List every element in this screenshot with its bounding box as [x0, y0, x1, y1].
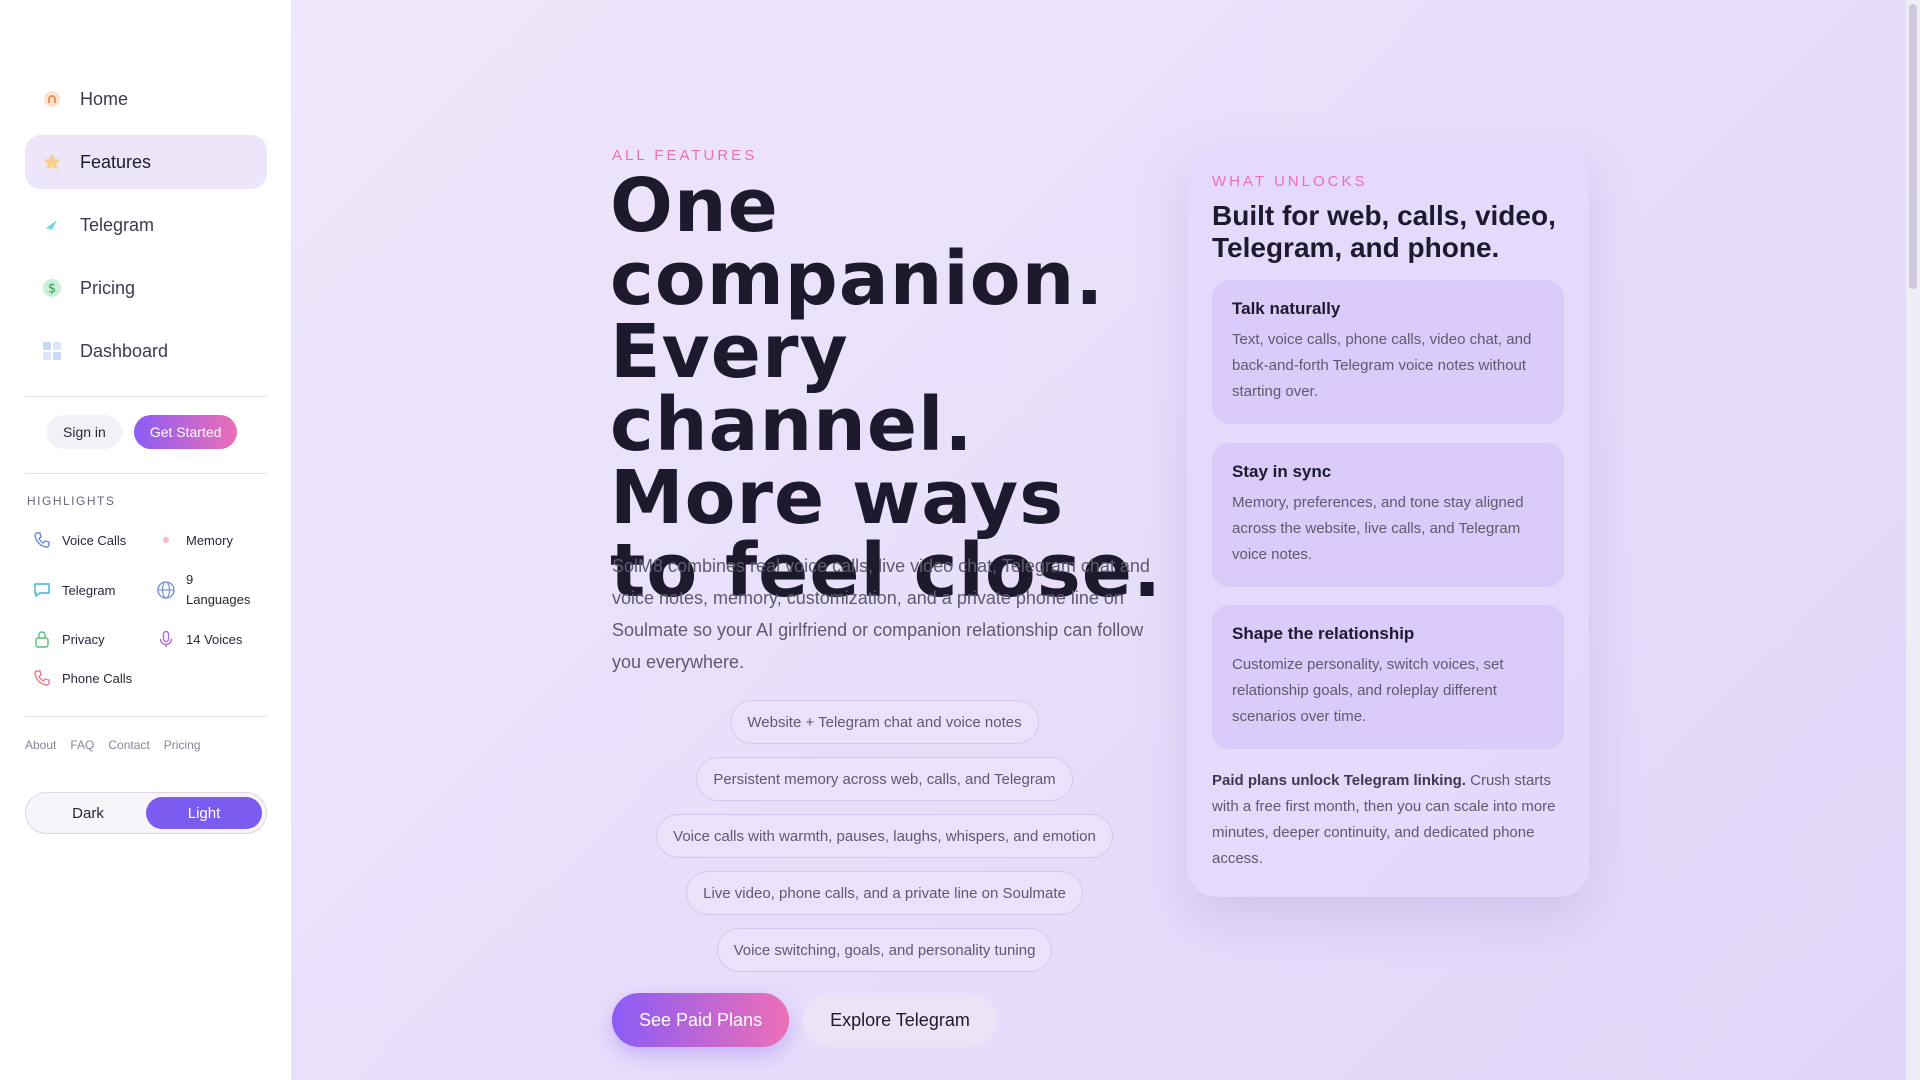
link-contact[interactable]: Contact	[108, 738, 149, 752]
feature-title: Talk naturally	[1232, 299, 1341, 318]
lock-icon	[32, 629, 52, 649]
dollar-icon: $	[42, 278, 62, 298]
sidebar-nav: Home Features Telegram $ Pricing Dashboa…	[25, 72, 267, 387]
highlight-label: Memory	[186, 532, 233, 548]
nav-label: Pricing	[80, 277, 136, 298]
divider	[25, 473, 267, 474]
highlight-privacy: Privacy	[32, 629, 105, 649]
feature-pill: Voice calls with warmth, pauses, laughs,…	[656, 814, 1113, 858]
feature-title: Stay in sync	[1232, 462, 1332, 481]
phone-icon	[32, 530, 52, 550]
divider	[25, 716, 267, 717]
phone-ring-icon	[32, 668, 52, 688]
footer-links: About FAQ Contact Pricing	[25, 738, 200, 752]
hero-description: SolM8 combines real voice calls, live vi…	[612, 556, 1150, 672]
feature-pill: Persistent memory across web, calls, and…	[696, 757, 1073, 801]
sidebar: Home Features Telegram $ Pricing Dashboa…	[0, 0, 292, 1080]
star-icon	[42, 152, 62, 172]
feature-title: Shape the relationship	[1232, 624, 1415, 643]
see-paid-plans-button[interactable]: See Paid Plans	[612, 993, 790, 1047]
theme-toggle: Dark Light	[25, 792, 267, 834]
feature-body: Memory, preferences, and tone stay align…	[1232, 494, 1524, 563]
feature-body: Customize personality, switch voices, se…	[1232, 656, 1504, 725]
highlight-languages: 9 Languages	[156, 570, 266, 610]
nav-item-features[interactable]: Features	[25, 135, 267, 189]
send-icon	[42, 215, 62, 235]
auth-buttons: Sign in Get Started	[47, 415, 238, 449]
mic-icon	[156, 629, 176, 649]
card-title: Built for web, calls, video, Telegram, a…	[1212, 200, 1556, 263]
sign-in-button[interactable]: Sign in	[47, 415, 122, 449]
feature-pills: Website + Telegram chat and voice notes …	[612, 700, 1157, 985]
home-icon	[42, 89, 62, 109]
page-scrollbar[interactable]	[1906, 0, 1920, 1080]
globe-icon	[156, 580, 176, 600]
theme-light-button[interactable]: Light	[146, 797, 262, 829]
nav-label: Dashboard	[80, 340, 169, 361]
scrollbar-thumb[interactable]	[1909, 4, 1917, 289]
nav-item-pricing[interactable]: $ Pricing	[25, 261, 267, 315]
feature-stay-in-sync: Stay in sync Memory, preferences, and to…	[1212, 443, 1564, 587]
highlight-telegram: Telegram	[32, 580, 115, 600]
highlight-label: 14 Voices	[186, 631, 243, 647]
nav-label: Telegram	[80, 214, 155, 235]
nav-label: Home	[80, 88, 129, 109]
highlight-phone-calls: Phone Calls	[32, 668, 132, 688]
grid-icon	[42, 341, 62, 361]
highlight-label: Phone Calls	[62, 670, 133, 686]
card-footer-bold: Paid plans unlock Telegram linking.	[1212, 772, 1466, 789]
highlight-label: Privacy	[62, 631, 105, 647]
card-eyebrow: WHAT UNLOCKS	[1212, 173, 1368, 190]
hero-title: One companion. Every channel. More ways …	[610, 163, 1163, 614]
link-faq[interactable]: FAQ	[70, 738, 94, 752]
card-footer: Paid plans unlock Telegram linking. Crus…	[1212, 768, 1572, 872]
unlocks-card: WHAT UNLOCKS Built for web, calls, video…	[1187, 145, 1589, 897]
nav-item-dashboard[interactable]: Dashboard	[25, 324, 267, 378]
feature-body: Text, voice calls, phone calls, video ch…	[1232, 331, 1532, 400]
nav-item-home[interactable]: Home	[25, 72, 267, 126]
feature-pill: Live video, phone calls, and a private l…	[686, 871, 1083, 915]
highlight-label: Voice Calls	[62, 532, 127, 548]
feature-talk-naturally: Talk naturally Text, voice calls, phone …	[1212, 280, 1564, 424]
nav-item-telegram[interactable]: Telegram	[25, 198, 267, 252]
highlight-label: 9 Languages	[186, 572, 251, 607]
highlight-label: Telegram	[62, 582, 116, 598]
nav-label: Features	[80, 151, 152, 172]
link-pricing[interactable]: Pricing	[164, 738, 201, 752]
theme-dark-button[interactable]: Dark	[30, 797, 146, 829]
feature-shape-relationship: Shape the relationship Customize persona…	[1212, 605, 1564, 749]
feature-pill: Website + Telegram chat and voice notes	[730, 700, 1039, 744]
highlights-title: HIGHLIGHTS	[27, 494, 116, 508]
chat-icon	[32, 580, 52, 600]
divider	[25, 396, 267, 397]
highlight-voices: 14 Voices	[156, 629, 242, 649]
highlight-voice-calls: Voice Calls	[32, 530, 126, 550]
section-eyebrow: ALL FEATURES	[612, 147, 758, 164]
get-started-button[interactable]: Get Started	[133, 415, 238, 449]
svg-text:$: $	[48, 282, 56, 297]
cta-buttons: See Paid Plans Explore Telegram	[612, 993, 997, 1047]
feature-pill: Voice switching, goals, and personality …	[716, 928, 1053, 972]
highlight-memory: Memory	[156, 530, 233, 550]
explore-telegram-button[interactable]: Explore Telegram	[803, 993, 997, 1047]
link-about[interactable]: About	[25, 738, 56, 752]
sparkle-icon	[156, 530, 176, 550]
